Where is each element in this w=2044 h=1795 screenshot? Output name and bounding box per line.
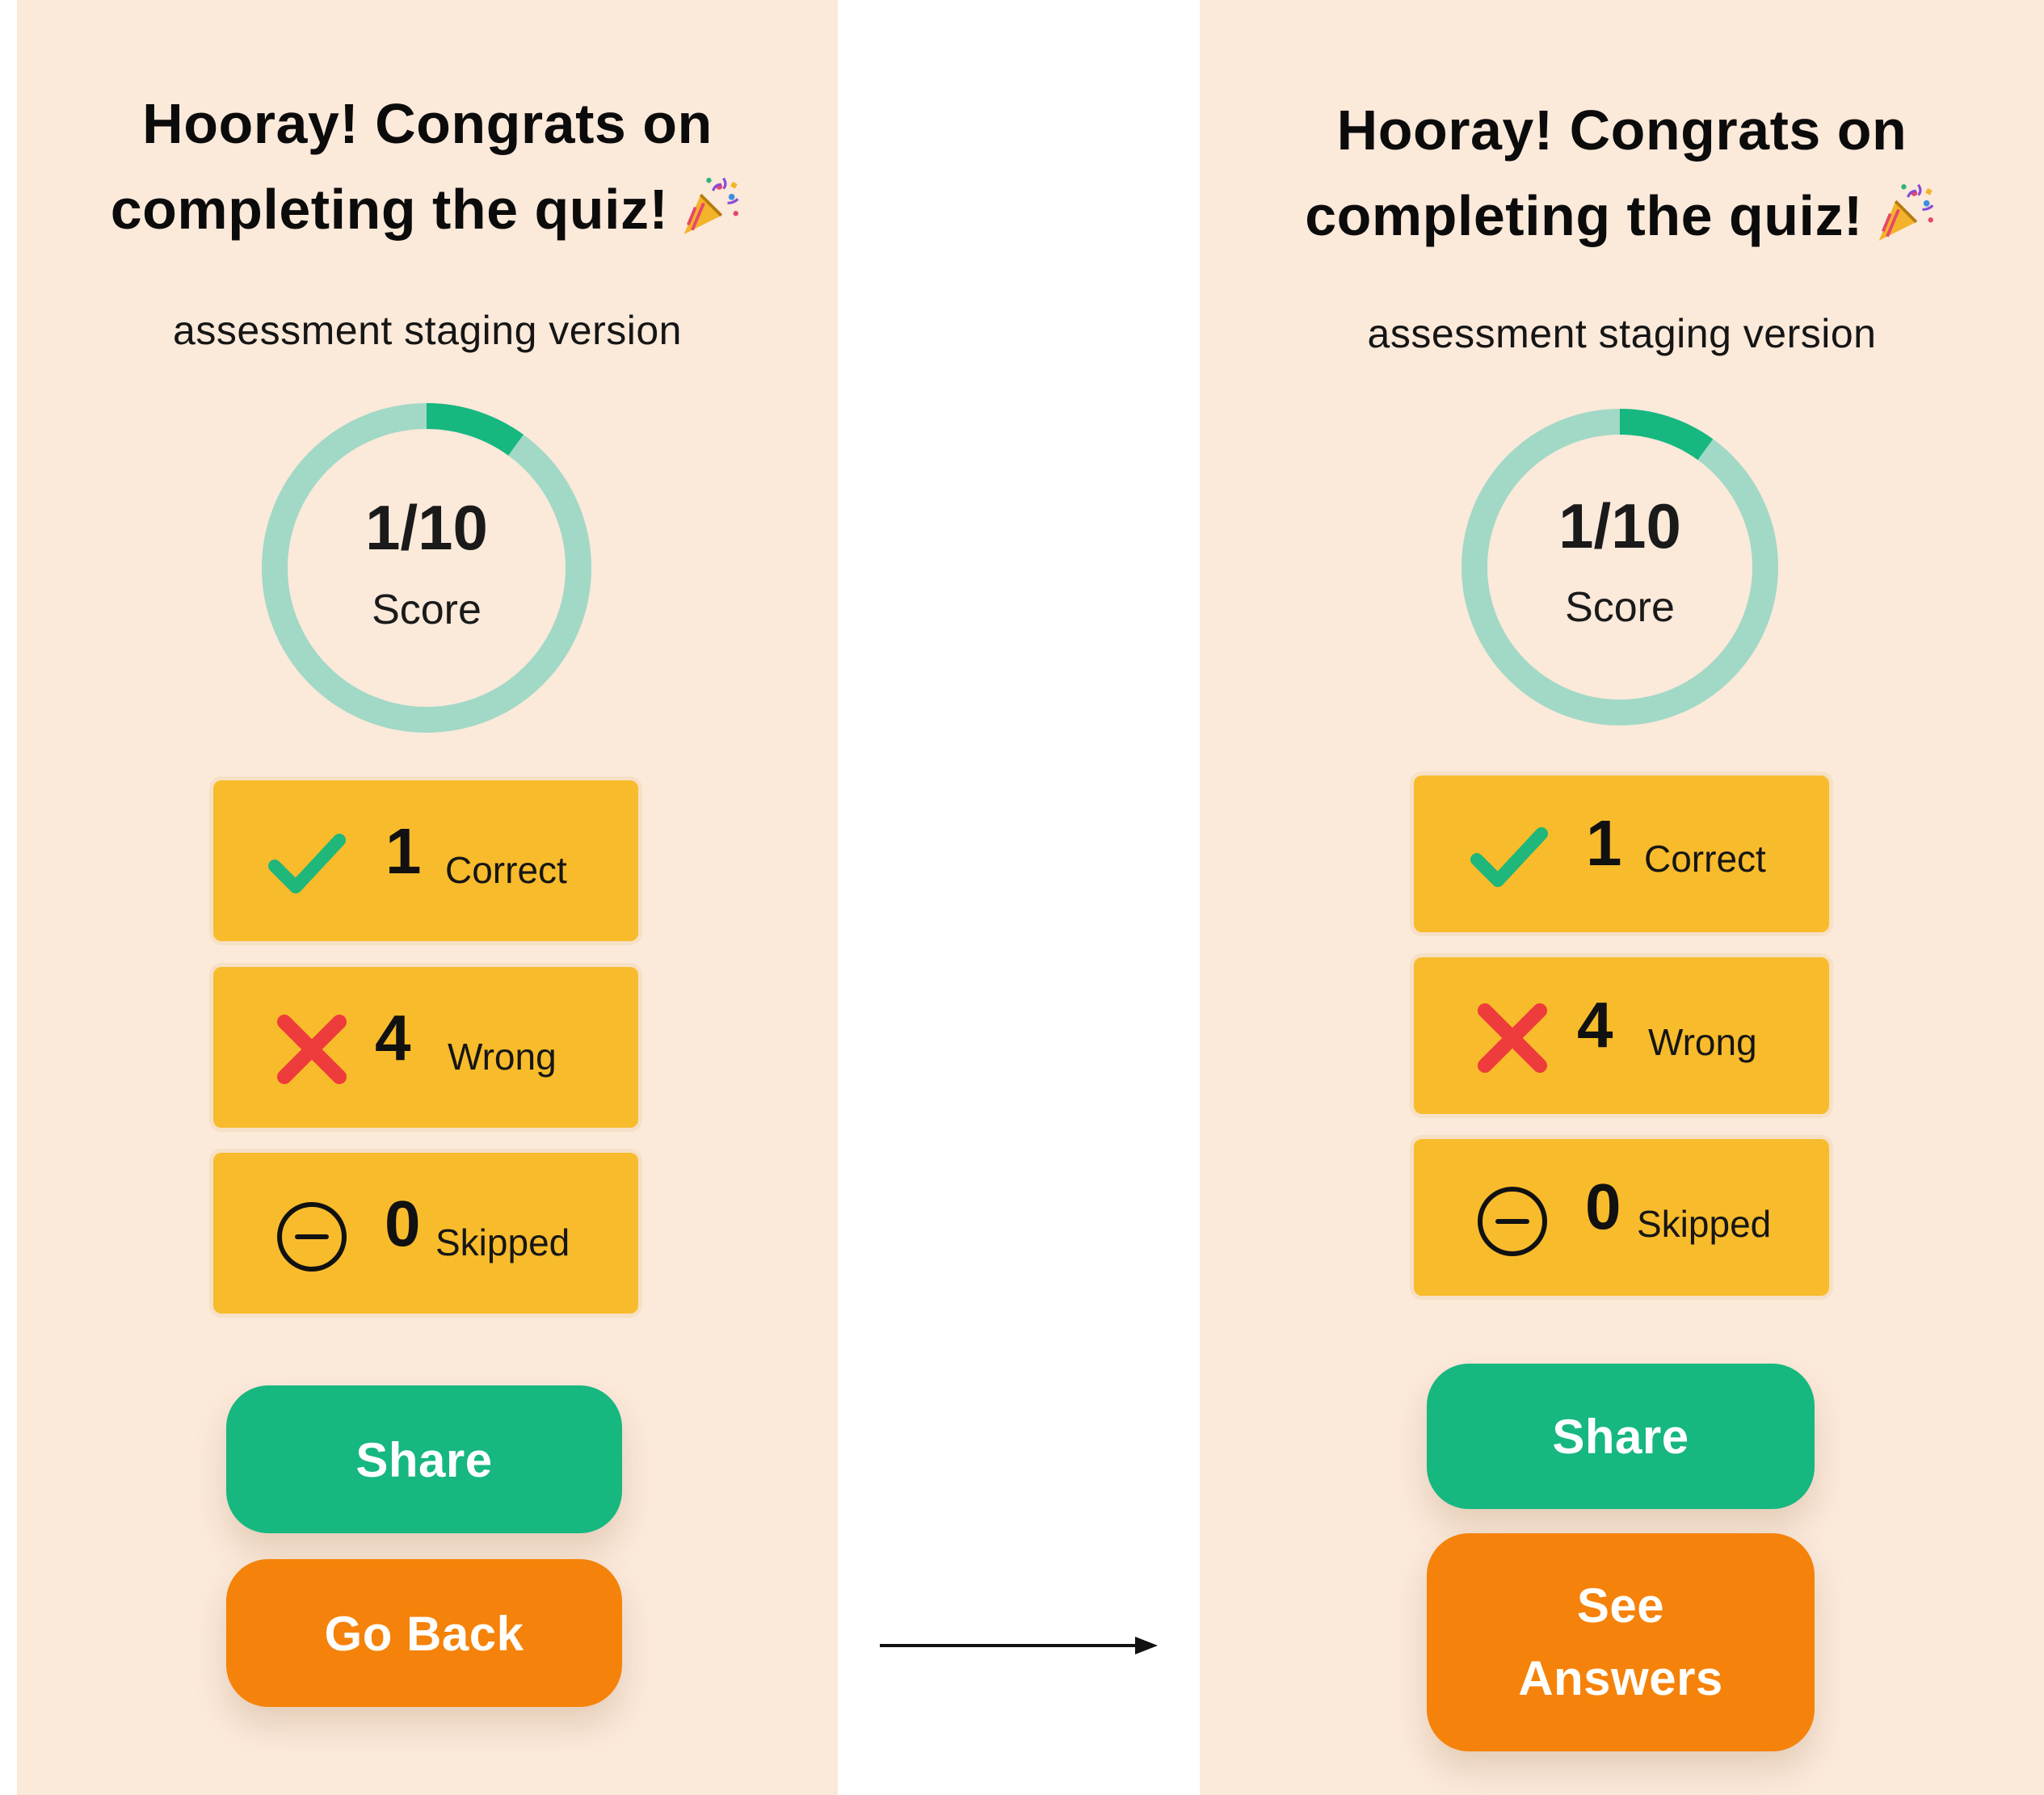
minus-circle-icon	[277, 1202, 347, 1272]
right-arrow-icon	[880, 1637, 1158, 1654]
correct-label: Correct	[1644, 838, 1766, 880]
x-icon	[277, 1015, 347, 1084]
wrong-label: Wrong	[1648, 1021, 1757, 1063]
stat-card-skipped: 0 Skipped	[213, 1153, 638, 1314]
skipped-label: Skipped	[1637, 1203, 1772, 1245]
see-answers-line-2: Answers	[1518, 1651, 1723, 1705]
score-ring-graphic	[262, 403, 591, 733]
quiz-result-screen-after: Hooray! Congrats on completing the quiz!…	[1200, 0, 2044, 1795]
score-value: 1/10	[365, 492, 488, 563]
minus-circle-icon	[1478, 1187, 1547, 1256]
score-value: 1/10	[1558, 490, 1681, 561]
title-line-2: completing the quiz!	[110, 178, 669, 241]
party-popper-icon	[1878, 183, 1934, 241]
correct-label: Correct	[445, 849, 567, 891]
x-icon	[1478, 1003, 1547, 1073]
title-line-1: Hooray! Congrats on	[142, 92, 713, 155]
wrong-count: 4	[1577, 989, 1613, 1061]
page-title: Hooray! Congrats on completing the quiz!	[1200, 87, 2044, 259]
check-icon	[268, 834, 346, 893]
correct-count: 1	[385, 815, 422, 887]
correct-count: 1	[1586, 807, 1622, 879]
stat-card-skipped: 0 Skipped	[1414, 1139, 1829, 1296]
page-title: Hooray! Congrats on completing the quiz!	[17, 81, 838, 252]
share-button[interactable]: Share	[1427, 1364, 1815, 1509]
go-back-button[interactable]: Go Back	[226, 1559, 622, 1707]
wrong-label: Wrong	[448, 1036, 557, 1078]
stat-card-correct: 1 Correct	[213, 780, 638, 941]
score-ring: 1/10 Score	[1458, 406, 1781, 729]
skipped-count: 0	[1585, 1171, 1621, 1242]
see-answers-button[interactable]: See Answers	[1427, 1533, 1815, 1751]
quiz-result-screen-before: Hooray! Congrats on completing the quiz!…	[17, 0, 838, 1795]
title-line-1: Hooray! Congrats on	[1336, 99, 1907, 162]
quiz-subtitle: assessment staging version	[1367, 311, 1877, 356]
skipped-count: 0	[385, 1188, 421, 1259]
wrong-count: 4	[375, 1002, 411, 1074]
quiz-subtitle: assessment staging version	[173, 308, 682, 353]
check-icon	[1470, 827, 1548, 887]
title-line-2: completing the quiz!	[1305, 184, 1863, 247]
see-answers-line-1: See	[1576, 1579, 1665, 1633]
stat-card-wrong: 4 Wrong	[213, 967, 638, 1128]
score-ring-graphic	[1462, 409, 1778, 725]
score-label: Score	[1565, 584, 1675, 631]
score-ring: 1/10 Score	[257, 398, 596, 738]
stat-card-correct: 1 Correct	[1414, 776, 1829, 932]
party-popper-icon	[683, 177, 739, 234]
share-button[interactable]: Share	[226, 1385, 622, 1533]
stat-card-wrong: 4 Wrong	[1414, 957, 1829, 1114]
score-label: Score	[372, 586, 482, 633]
skipped-label: Skipped	[435, 1221, 570, 1263]
